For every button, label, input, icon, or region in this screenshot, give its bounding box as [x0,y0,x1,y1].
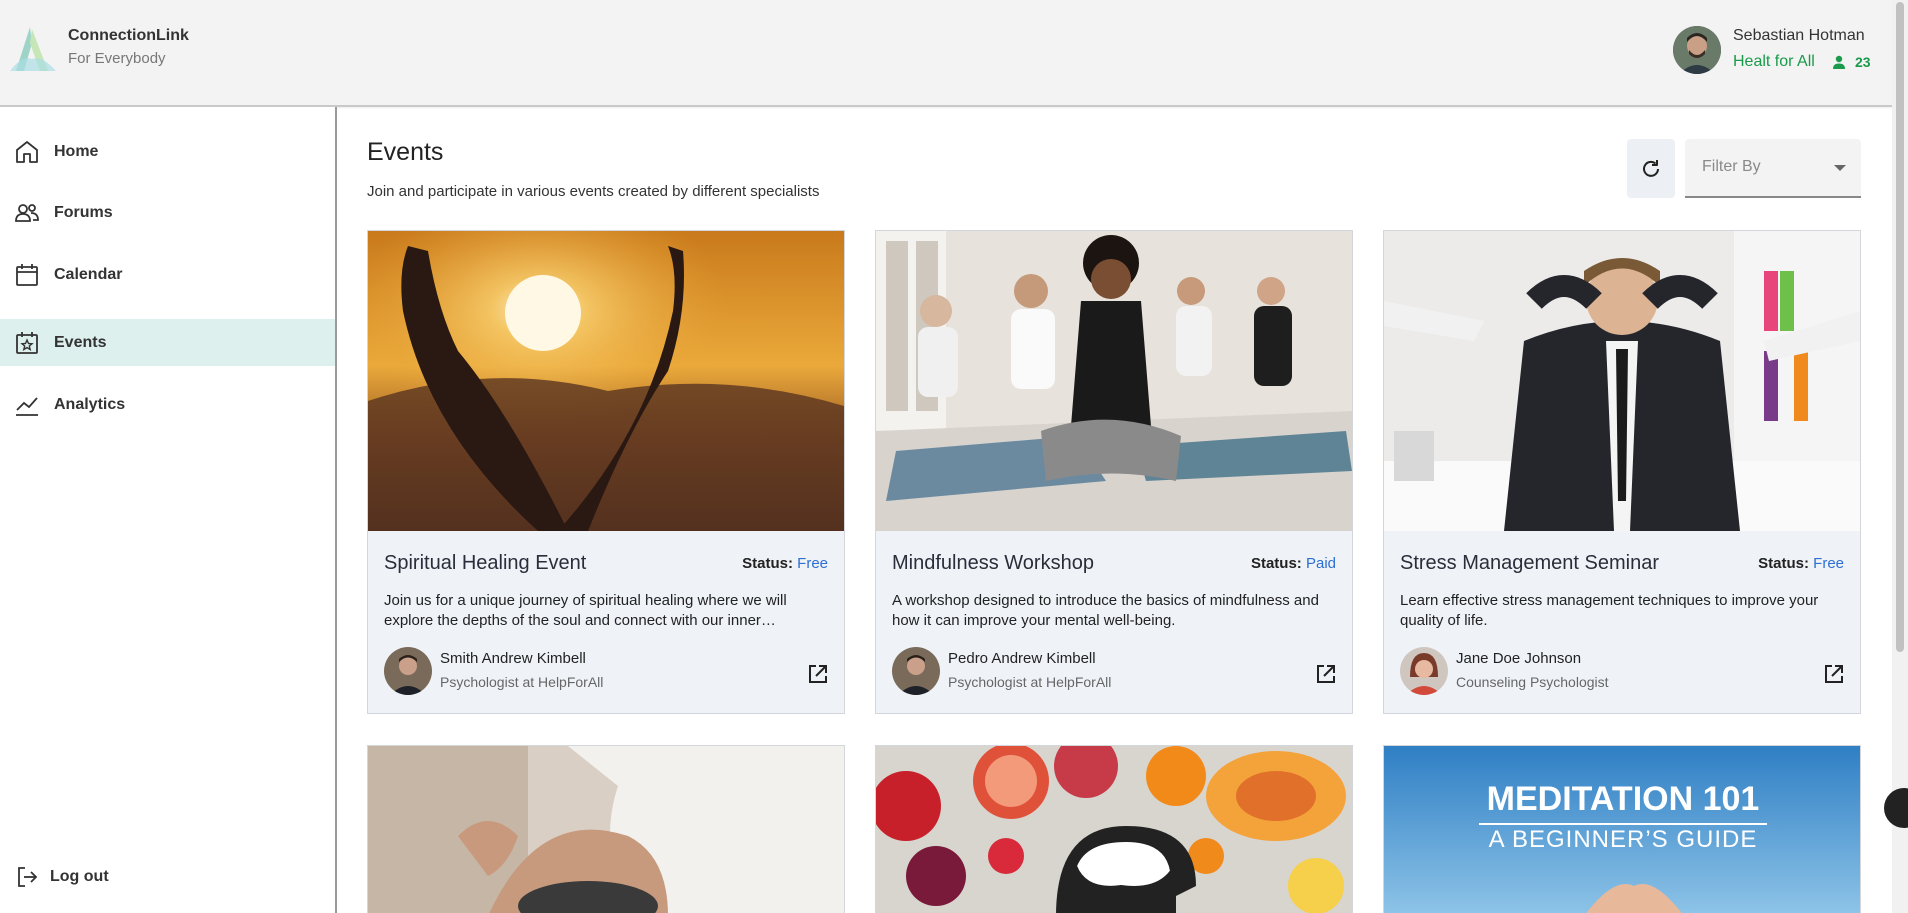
brand-tagline: For Everybody [68,50,166,67]
sidebar-item-forums[interactable]: Forums [0,189,335,236]
page-scrollbar[interactable] [1892,0,1908,913]
logout-icon [18,866,38,887]
chart-line-icon [16,396,38,416]
author-avatar [384,647,432,695]
user-name: Sebastian Hotman [1733,27,1865,44]
floating-toggle-button[interactable] [1884,788,1908,828]
filter-select[interactable]: Filter By [1685,139,1861,198]
brand-name: ConnectionLink [68,27,189,44]
sidebar-item-label: Events [54,333,107,351]
event-title: Mindfulness Workshop [892,552,1094,574]
calendar-star-icon [16,331,38,354]
sidebar-item-label: Analytics [54,395,126,413]
sidebar-item-label: Calendar [54,265,123,283]
refresh-button[interactable] [1627,139,1675,198]
logout-label: Log out [50,867,109,885]
person-icon [1833,55,1845,69]
event-title: Stress Management Seminar [1400,552,1660,574]
event-card[interactable]: Mindfulness Workshop Status: Paid A work… [875,230,1353,714]
event-image [876,231,1352,531]
sidebar-item-home[interactable]: Home [0,128,335,175]
event-title: Spiritual Healing Event [384,552,587,574]
sidebar-item-analytics[interactable]: Analytics [0,381,335,428]
author-role: Psychologist at HelpForAll [440,674,604,690]
event-image [1384,231,1860,531]
status-label: Status: [1758,555,1809,572]
page-title: Events [367,138,444,166]
author-name: Jane Doe Johnson [1456,650,1582,667]
image-divider [1479,823,1767,825]
author-avatar [892,647,940,695]
users-icon [15,203,39,222]
author-role: Psychologist at HelpForAll [948,674,1112,690]
calendar-icon [16,263,38,286]
status-label: Status: [742,555,793,572]
event-image [368,231,844,531]
event-image [876,746,1352,913]
chevron-down-icon [1834,165,1846,171]
event-description: Join us for a unique journey of spiritua… [384,592,787,629]
sidebar-item-events[interactable]: Events [0,319,335,366]
event-card[interactable]: MEDITATION 101 A BEGINNER’S GUIDE [1383,745,1861,913]
event-image [368,746,844,913]
event-card[interactable]: Stress Management Seminar Status: Free L… [1383,230,1861,714]
sidebar: Home Forums Calendar Events Analytics Lo… [0,107,337,913]
status-value: Paid [1305,555,1336,572]
sidebar-item-calendar[interactable]: Calendar [0,251,335,298]
user-avatar[interactable] [1673,26,1721,74]
author-name: Pedro Andrew Kimbell [948,650,1096,667]
filter-placeholder: Filter By [1702,158,1761,175]
author-avatar [1400,647,1448,695]
status-label: Status: [1250,555,1302,572]
scrollbar-thumb[interactable] [1896,2,1904,652]
image-subheading: A BEGINNER’S GUIDE [1488,826,1758,853]
user-organization: Healt for All [1733,53,1815,70]
open-external-icon[interactable] [1314,662,1338,686]
connectionlink-logo[interactable] [8,25,58,75]
event-card[interactable]: Spiritual Healing Event Status: Free Joi… [367,230,845,714]
home-icon [16,140,38,163]
page-subtitle: Join and participate in various events c… [367,183,820,200]
author-role: Counseling Psychologist [1456,674,1609,690]
event-card[interactable] [367,745,845,913]
sidebar-item-label: Home [54,142,99,160]
logout-button[interactable]: Log out [0,853,335,900]
status-value: Free [797,555,828,572]
sidebar-item-label: Forums [54,203,113,221]
author-name: Smith Andrew Kimbell [440,650,586,667]
open-external-icon[interactable] [1822,662,1846,686]
member-count: 23 [1855,54,1871,70]
open-external-icon[interactable] [806,662,830,686]
image-heading: MEDITATION 101 [1486,780,1760,818]
event-status: Status: Free [1758,555,1844,572]
refresh-icon [1643,159,1659,177]
event-description: A workshop designed to introduce the bas… [892,592,1319,629]
status-value: Free [1813,555,1844,572]
top-header: ConnectionLink For Everybody Sebastian H… [0,0,1892,107]
event-description: Learn effective stress management techni… [1400,592,1819,629]
event-status: Status: Paid [1251,555,1336,572]
event-status: Status: Free [742,555,828,572]
event-card[interactable] [875,745,1353,913]
